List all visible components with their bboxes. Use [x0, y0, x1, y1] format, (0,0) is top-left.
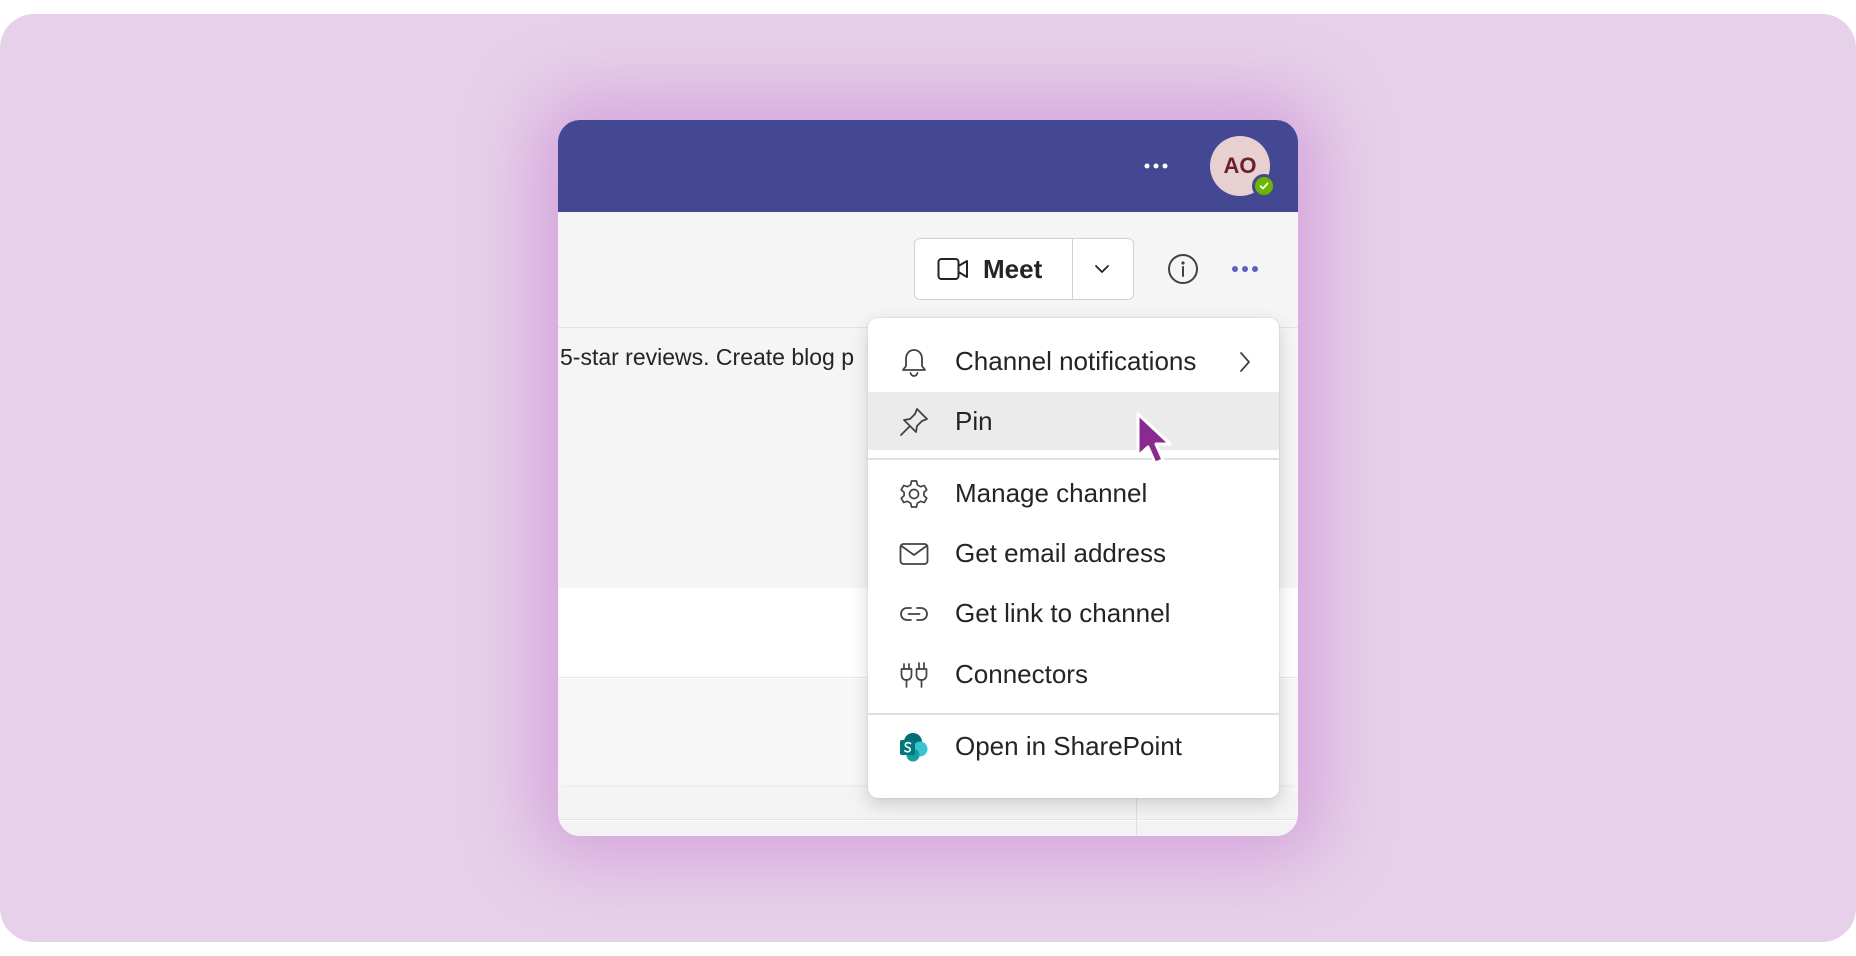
chevron-down-icon [1095, 265, 1109, 273]
video-camera-icon [937, 258, 968, 280]
more-options-icon[interactable] [1140, 150, 1172, 182]
menu-item-label: Pin [955, 406, 993, 436]
bell-icon [902, 349, 926, 377]
meet-dropdown-button[interactable] [1073, 239, 1133, 299]
menu-divider [868, 458, 1279, 460]
menu-item-get-email-address[interactable]: Get email address [868, 524, 1279, 582]
presence-available-icon [1252, 174, 1276, 198]
menu-item-label: Get email address [955, 538, 1166, 568]
mouse-pointer-icon [1136, 412, 1172, 465]
message-text: 5-star reviews. Create blog p [560, 344, 855, 370]
menu-item-channel-notifications[interactable]: Channel notifications [868, 332, 1279, 390]
meet-label: Meet [983, 254, 1043, 284]
menu-item-label: Channel notifications [955, 346, 1197, 376]
meet-button-group: Meet [914, 238, 1134, 300]
chevron-right-icon [1240, 352, 1250, 372]
meet-button[interactable]: Meet [915, 239, 1073, 299]
title-bar: AO [558, 120, 1298, 212]
gear-icon [900, 480, 928, 508]
more-options-icon[interactable] [1228, 252, 1262, 286]
menu-item-open-in-sharepoint[interactable]: Open in SharePoint [868, 717, 1279, 775]
pin-icon [900, 408, 928, 436]
menu-item-label: Get link to channel [955, 598, 1171, 628]
channel-options-menu: Channel notifications Pin Manage channel… [868, 318, 1279, 798]
menu-item-label: Manage channel [955, 478, 1148, 508]
channel-header: Meet [558, 212, 1298, 328]
menu-item-label: Connectors [955, 659, 1088, 689]
plug-icon [900, 662, 928, 688]
mail-icon [899, 543, 929, 565]
content-row [558, 821, 1298, 836]
menu-divider [868, 713, 1279, 715]
avatar-initials: AO [1223, 153, 1257, 178]
menu-item-manage-channel[interactable]: Manage channel [868, 464, 1279, 522]
link-icon [900, 607, 928, 621]
menu-item-connectors[interactable]: Connectors [868, 645, 1279, 703]
menu-item-label: Open in SharePoint [955, 731, 1182, 761]
sharepoint-icon [900, 733, 928, 762]
info-icon[interactable] [1166, 252, 1200, 286]
menu-item-pin[interactable]: Pin [868, 392, 1279, 450]
menu-item-get-link-to-channel[interactable]: Get link to channel [868, 584, 1279, 642]
